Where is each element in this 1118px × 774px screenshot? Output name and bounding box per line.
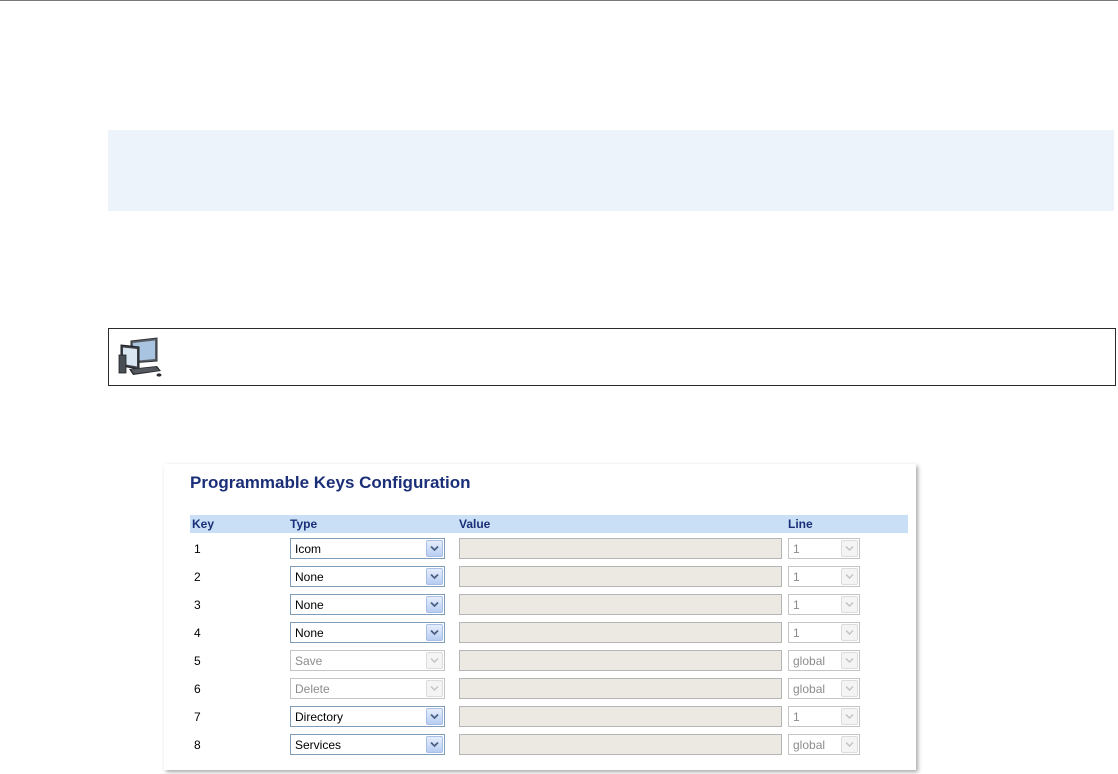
- key-number: 1: [194, 542, 201, 556]
- type-select-value: Delete: [295, 682, 330, 696]
- chevron-down-icon[interactable]: [426, 624, 443, 641]
- type-select[interactable]: None: [290, 622, 445, 643]
- type-select-value: Save: [295, 654, 323, 668]
- line-select: 1: [788, 566, 860, 587]
- table-row: 5 Save global: [190, 648, 908, 674]
- chevron-down-icon[interactable]: [426, 736, 443, 753]
- chevron-down-icon: [426, 652, 443, 669]
- column-header-key: Key: [192, 517, 215, 531]
- line-select-value: global: [793, 654, 826, 668]
- type-select-value: None: [295, 570, 324, 584]
- key-number: 3: [194, 598, 201, 612]
- line-select: 1: [788, 538, 860, 559]
- column-header-type: Type: [290, 517, 318, 531]
- line-select: global: [788, 650, 860, 671]
- value-input: [459, 734, 782, 755]
- value-input: [459, 594, 782, 615]
- chevron-down-icon: [841, 568, 858, 585]
- table-row: 2 None 1: [190, 564, 908, 590]
- type-select[interactable]: None: [290, 566, 445, 587]
- column-header-value: Value: [459, 517, 491, 531]
- document-page: Programmable Keys Configuration Key Type…: [0, 0, 1118, 774]
- line-select-value: global: [793, 682, 826, 696]
- type-select[interactable]: Icom: [290, 538, 445, 559]
- value-input: [459, 538, 782, 559]
- panel-title: Programmable Keys Configuration: [190, 473, 471, 492]
- type-select[interactable]: Directory: [290, 706, 445, 727]
- key-number: 6: [194, 682, 201, 696]
- key-number: 8: [194, 738, 201, 752]
- type-select-value: Icom: [295, 542, 322, 556]
- top-divider: [0, 0, 1118, 1]
- table-row: 6 Delete global: [190, 676, 908, 702]
- info-box: [108, 130, 1114, 211]
- line-select-value: 1: [793, 542, 800, 556]
- chevron-down-icon[interactable]: [426, 596, 443, 613]
- table-row: 7 Directory 1: [190, 704, 908, 730]
- chevron-down-icon[interactable]: [426, 708, 443, 725]
- table-row: 8 Services global: [190, 732, 908, 758]
- key-number: 5: [194, 654, 201, 668]
- table-row: 1 Icom 1: [190, 536, 908, 562]
- type-select-value: None: [295, 626, 324, 640]
- value-input: [459, 706, 782, 727]
- chevron-down-icon: [426, 680, 443, 697]
- type-select-value: Directory: [295, 710, 344, 724]
- type-select[interactable]: None: [290, 594, 445, 615]
- type-select: Save: [290, 650, 445, 671]
- line-select-value: 1: [793, 570, 800, 584]
- column-header-line: Line: [788, 517, 813, 531]
- table-row: 3 None 1: [190, 592, 908, 618]
- line-select: 1: [788, 622, 860, 643]
- type-select[interactable]: Services: [290, 734, 445, 755]
- value-input: [459, 566, 782, 587]
- key-number: 4: [194, 626, 201, 640]
- chevron-down-icon[interactable]: [426, 540, 443, 557]
- chevron-down-icon: [841, 540, 858, 557]
- line-select: global: [788, 734, 860, 755]
- line-select-value: 1: [793, 598, 800, 612]
- chevron-down-icon: [841, 652, 858, 669]
- value-input: [459, 678, 782, 699]
- table-row: 4 None 1: [190, 620, 908, 646]
- table-header: Key Type Value Line: [190, 515, 908, 533]
- chevron-down-icon: [841, 680, 858, 697]
- type-select-value: Services: [295, 738, 342, 752]
- programmable-keys-panel: Programmable Keys Configuration Key Type…: [164, 464, 916, 770]
- key-number: 7: [194, 710, 201, 724]
- chevron-down-icon: [841, 624, 858, 641]
- line-select: 1: [788, 706, 860, 727]
- line-select-value: global: [793, 738, 826, 752]
- type-select-value: None: [295, 598, 324, 612]
- chevron-down-icon[interactable]: [426, 568, 443, 585]
- value-input: [459, 622, 782, 643]
- chevron-down-icon: [841, 736, 858, 753]
- line-select: global: [788, 678, 860, 699]
- line-select: 1: [788, 594, 860, 615]
- key-number: 2: [194, 570, 201, 584]
- chevron-down-icon: [841, 708, 858, 725]
- chevron-down-icon: [841, 596, 858, 613]
- type-select: Delete: [290, 678, 445, 699]
- line-select-value: 1: [793, 710, 800, 724]
- value-input: [459, 650, 782, 671]
- note-box: [108, 328, 1116, 386]
- computer-workstation-icon: [118, 337, 162, 377]
- line-select-value: 1: [793, 626, 800, 640]
